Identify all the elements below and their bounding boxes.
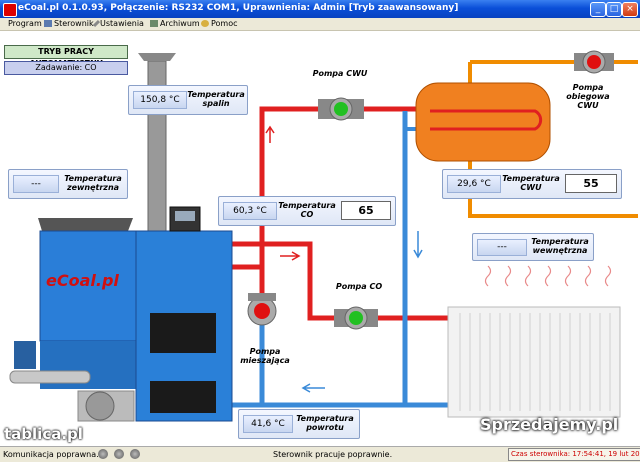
- temp-cwu-setpoint[interactable]: 55: [565, 174, 617, 193]
- menu-program[interactable]: Program: [8, 18, 42, 30]
- status-icon-1: [98, 449, 108, 459]
- pump-obiegowa-icon: [574, 50, 614, 74]
- auger-pipe: [9, 370, 91, 384]
- wrench-icon: [92, 19, 101, 28]
- temp-co-value: 60,3 °C: [223, 202, 277, 220]
- temp-spalin-panel: 150,8 °C Temperatura spalin: [128, 85, 248, 115]
- watermark-tablica: tablica.pl: [4, 425, 83, 443]
- flow-arrow-up: [265, 125, 275, 143]
- pump-mixing-icon: [247, 293, 277, 326]
- menu-ustawienia-label: Ustawienia: [100, 19, 144, 28]
- fan-wheel: [85, 391, 115, 421]
- controller-icon: [44, 20, 52, 27]
- menu-archiwum-label: Archiwum: [160, 19, 200, 28]
- process-diagram: TRYB PRACY AUTOMATYCZNY Zadawanie: CO 15…: [0, 31, 640, 446]
- watermark-sprzedajemy: Sprzedajemy.pl: [480, 415, 619, 434]
- chimney-cap: [138, 53, 176, 61]
- menu-pomoc[interactable]: Pomoc: [201, 18, 238, 30]
- flow-arrow-left: [301, 383, 325, 393]
- pump-cwu-label: Pompa CWU: [312, 69, 368, 78]
- temp-wewnetrzna-value: ---: [477, 239, 527, 256]
- boiler-door-upper: [150, 313, 216, 353]
- menu-ustawienia[interactable]: Ustawienia: [92, 18, 144, 30]
- temp-cwu-panel: 29,6 °C Temperatura CWU 55: [442, 169, 622, 199]
- minimize-button[interactable]: _: [590, 2, 606, 17]
- menu-pomoc-label: Pomoc: [211, 19, 238, 28]
- temp-cwu-value: 29,6 °C: [447, 175, 501, 193]
- flow-arrow-down: [413, 231, 423, 259]
- title-bar: eCoal.pl 0.1.0.93, Połączenie: RS232 COM…: [0, 0, 640, 18]
- temp-spalin-value: 150,8 °C: [133, 91, 187, 109]
- flow-arrow-right: [280, 251, 301, 261]
- menu-program-label: Program: [8, 19, 42, 28]
- boiler-door-lower: [150, 381, 216, 413]
- status-bar: Komunikacja poprawna. Sterownik pracuje …: [0, 446, 640, 462]
- status-icon-2: [114, 449, 124, 459]
- mode-zadawanie: Zadawanie: CO: [4, 61, 128, 75]
- temp-co-label: Temperatura CO: [278, 201, 336, 219]
- temp-zewnetrzna-panel: --- Temperatura zewnętrzna: [8, 169, 128, 199]
- temp-wewnetrzna-panel: --- Temperatura wewnętrzna: [472, 233, 594, 261]
- app-icon: [3, 3, 17, 17]
- pump-mixing-label: Pompa mieszająca: [240, 347, 290, 365]
- temp-powrotu-panel: 41,6 °C Temperatura powrotu: [238, 409, 360, 439]
- menu-sterownik[interactable]: Sterownik: [44, 18, 94, 30]
- window-title: eCoal.pl 0.1.0.93, Połączenie: RS232 COM…: [18, 3, 459, 13]
- menu-bar: Program Sterownik Ustawienia Archiwum Po…: [0, 18, 640, 31]
- controller-display: [175, 211, 195, 221]
- temp-powrotu-value: 41,6 °C: [243, 415, 293, 433]
- temp-zewnetrzna-label: Temperatura zewnętrzna: [64, 174, 122, 192]
- menu-archiwum[interactable]: Archiwum: [150, 18, 200, 30]
- heat-waves: [484, 265, 612, 287]
- temp-co-setpoint[interactable]: 65: [341, 201, 391, 220]
- archive-icon: [150, 20, 158, 27]
- pump-cwu-icon: [318, 97, 364, 121]
- status-communication: Komunikacja poprawna.: [3, 450, 99, 459]
- mode-auto: TRYB PRACY AUTOMATYCZNY: [4, 45, 128, 68]
- status-icon-3: [130, 449, 140, 459]
- radiator: [447, 306, 621, 418]
- temp-co-panel: 60,3 °C Temperatura CO 65: [218, 196, 396, 226]
- pump-co-icon: [334, 306, 378, 330]
- maximize-button[interactable]: □: [606, 2, 622, 17]
- boiler-brand: eCoal.pl: [46, 271, 119, 290]
- pump-obiegowa-label: Pompa obiegowa CWU: [566, 83, 610, 110]
- temp-powrotu-label: Temperatura powrotu: [296, 414, 354, 432]
- status-clock: Czas sterownika: 17:54:41, 19 lut 2010: [508, 448, 640, 461]
- hopper-lid: [38, 218, 133, 231]
- help-icon: [201, 20, 209, 27]
- close-button[interactable]: ×: [622, 2, 638, 17]
- pump-co-label: Pompa CO: [335, 282, 383, 291]
- cwu-tank: [415, 82, 551, 162]
- temp-zewnetrzna-value: ---: [13, 175, 59, 193]
- temp-cwu-label: Temperatura CWU: [502, 174, 560, 192]
- status-controller: Sterownik pracuje poprawnie.: [273, 450, 393, 459]
- menu-sterownik-label: Sterownik: [54, 19, 94, 28]
- temp-wewnetrzna-label: Temperatura wewnętrzna: [531, 237, 589, 255]
- auger-motor: [14, 341, 36, 369]
- temp-spalin-label: Temperatura spalin: [187, 90, 245, 108]
